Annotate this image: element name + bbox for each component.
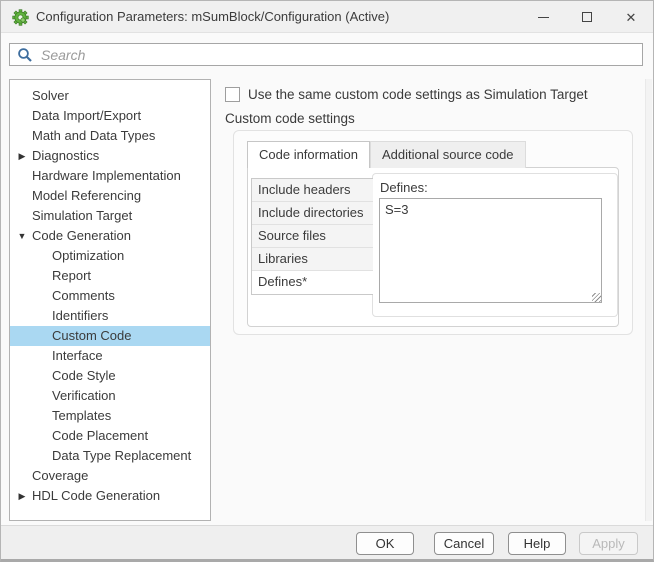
search-box	[9, 43, 643, 66]
search-input[interactable]	[10, 44, 642, 65]
list-item-include-headers[interactable]: Include headers	[252, 179, 373, 202]
collapsed-arrow-icon[interactable]	[15, 146, 29, 166]
category-tree: Solver Data Import/Export Math and Data …	[9, 79, 211, 521]
list-item-include-directories[interactable]: Include directories	[252, 202, 373, 225]
simulink-gear-icon	[12, 9, 29, 26]
list-item-libraries[interactable]: Libraries	[252, 248, 373, 271]
sidebar-item-optimization[interactable]: Optimization	[10, 246, 210, 266]
sidebar-item-label: Hardware Implementation	[32, 168, 181, 183]
maximize-button[interactable]	[565, 1, 609, 33]
sidebar-item-label: Templates	[52, 408, 111, 423]
defines-editor-pane: Defines: S=3	[372, 173, 618, 317]
collapsed-arrow-icon[interactable]	[15, 486, 29, 506]
custom-code-settings-label: Custom code settings	[225, 111, 355, 126]
titlebar: Configuration Parameters: mSumBlock/Conf…	[1, 1, 653, 33]
sidebar-item-code-generation[interactable]: Code Generation	[10, 226, 210, 246]
use-simulation-target-checkbox[interactable]	[225, 87, 240, 102]
sidebar-item-label: Solver	[32, 88, 69, 103]
sidebar-item-label: Verification	[52, 388, 116, 403]
sidebar-item-label: HDL Code Generation	[32, 488, 160, 503]
sidebar-item-templates[interactable]: Templates	[10, 406, 210, 426]
category-list: Include headers Include directories Sour…	[251, 178, 373, 295]
sidebar-item-data-type-replacement[interactable]: Data Type Replacement	[10, 446, 210, 466]
maximize-icon	[582, 12, 592, 22]
sidebar-item-label: Math and Data Types	[32, 128, 155, 143]
defines-textarea[interactable]: S=3	[379, 198, 602, 303]
sidebar-item-label: Report	[52, 268, 91, 283]
sidebar-item-data-import-export[interactable]: Data Import/Export	[10, 106, 210, 126]
sidebar-item-identifiers[interactable]: Identifiers	[10, 306, 210, 326]
expanded-arrow-icon[interactable]	[15, 226, 29, 246]
sidebar-item-label: Code Generation	[32, 228, 131, 243]
minimize-icon	[538, 17, 549, 18]
window-title: Configuration Parameters: mSumBlock/Conf…	[36, 9, 389, 24]
help-button[interactable]: Help	[508, 532, 566, 555]
configuration-parameters-dialog: Configuration Parameters: mSumBlock/Conf…	[0, 0, 654, 562]
sidebar-item-label: Interface	[52, 348, 103, 363]
sidebar-item-solver[interactable]: Solver	[10, 86, 210, 106]
sidebar-item-label: Identifiers	[52, 308, 108, 323]
list-item-source-files[interactable]: Source files	[252, 225, 373, 248]
sidebar-item-label: Simulation Target	[32, 208, 132, 223]
sidebar-item-label: Optimization	[52, 248, 124, 263]
apply-button[interactable]: Apply	[579, 532, 638, 555]
sidebar-item-label: Code Style	[52, 368, 116, 383]
minimize-button[interactable]	[521, 1, 565, 33]
sidebar-item-label: Model Referencing	[32, 188, 141, 203]
cancel-button[interactable]: Cancel	[434, 532, 494, 555]
sidebar-item-verification[interactable]: Verification	[10, 386, 210, 406]
sidebar-item-label: Coverage	[32, 468, 88, 483]
sidebar-item-model-referencing[interactable]: Model Referencing	[10, 186, 210, 206]
resize-handle-icon[interactable]	[592, 293, 601, 302]
sidebar-item-comments[interactable]: Comments	[10, 286, 210, 306]
sidebar-item-label: Comments	[52, 288, 115, 303]
sidebar-item-label: Diagnostics	[32, 148, 99, 163]
sidebar-item-hardware-implementation[interactable]: Hardware Implementation	[10, 166, 210, 186]
sidebar-item-hdl-code-generation[interactable]: HDL Code Generation	[10, 486, 210, 506]
button-bar: OK Cancel Help Apply	[1, 525, 653, 559]
tab-additional-source-code[interactable]: Additional source code	[370, 141, 526, 168]
close-button[interactable]: ✕	[609, 1, 653, 33]
sidebar-item-simulation-target[interactable]: Simulation Target	[10, 206, 210, 226]
sidebar-item-math-and-data-types[interactable]: Math and Data Types	[10, 126, 210, 146]
sidebar-item-report[interactable]: Report	[10, 266, 210, 286]
search-area	[1, 34, 653, 78]
sidebar-item-interface[interactable]: Interface	[10, 346, 210, 366]
list-item-defines[interactable]: Defines*	[252, 271, 373, 294]
sidebar-item-diagnostics[interactable]: Diagnostics	[10, 146, 210, 166]
scrollbar[interactable]	[645, 79, 652, 521]
sidebar-item-label: Custom Code	[52, 328, 131, 343]
custom-code-pane: Use the same custom code settings as Sim…	[216, 78, 646, 526]
sidebar-item-coverage[interactable]: Coverage	[10, 466, 210, 486]
sidebar-item-label: Data Type Replacement	[52, 448, 191, 463]
checkbox-label: Use the same custom code settings as Sim…	[248, 87, 588, 102]
sidebar-item-custom-code[interactable]: Custom Code	[10, 326, 210, 346]
tab-bar: Code information Additional source code	[247, 141, 526, 168]
sidebar-item-code-placement[interactable]: Code Placement	[10, 426, 210, 446]
ok-button[interactable]: OK	[356, 532, 414, 555]
tab-code-information[interactable]: Code information	[247, 141, 370, 168]
sidebar-item-label: Data Import/Export	[32, 108, 141, 123]
close-icon: ✕	[626, 11, 637, 24]
sidebar-item-code-style[interactable]: Code Style	[10, 366, 210, 386]
sidebar-item-label: Code Placement	[52, 428, 148, 443]
defines-label: Defines:	[380, 180, 428, 195]
